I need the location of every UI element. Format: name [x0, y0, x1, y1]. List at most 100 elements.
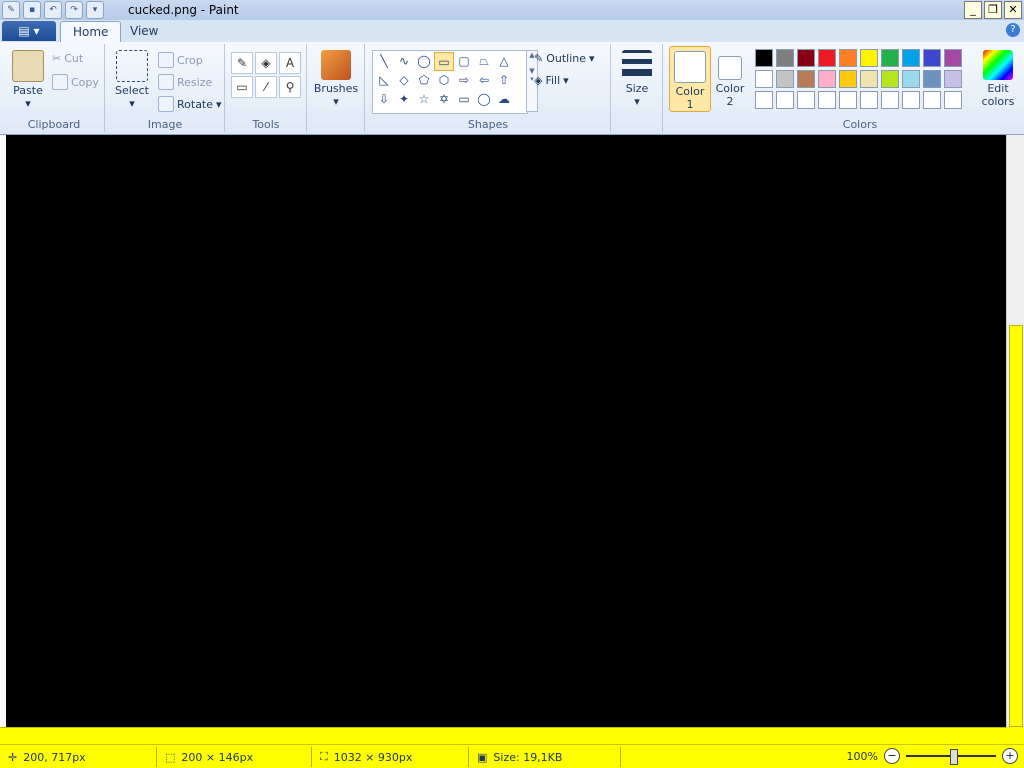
palette-color-28[interactable]: [923, 91, 941, 109]
palette-color-16[interactable]: [881, 70, 899, 88]
brushes-button[interactable]: Brushes ▾: [312, 50, 360, 108]
palette-color-10[interactable]: [755, 70, 773, 88]
palette-color-21[interactable]: [776, 91, 794, 109]
palette-color-14[interactable]: [839, 70, 857, 88]
fill-button[interactable]: ◈ Fill ▾: [534, 74, 569, 87]
palette-color-8[interactable]: [923, 49, 941, 67]
color-select-group: Color 1 Color 2: [664, 44, 750, 132]
color2-swatch: [718, 56, 742, 80]
customize-qat-icon[interactable]: ▾: [86, 1, 104, 19]
palette-color-0[interactable]: [755, 49, 773, 67]
file-size: ▣ Size: 19,1KB: [469, 747, 621, 767]
palette-color-18[interactable]: [923, 70, 941, 88]
cloud-callout-icon[interactable]: ☁: [494, 90, 514, 109]
line-shape-icon[interactable]: ╲: [374, 52, 394, 71]
five-point-star-icon[interactable]: ☆: [414, 90, 434, 109]
text-icon[interactable]: A: [279, 52, 301, 74]
triangle-shape-icon[interactable]: △: [494, 52, 514, 71]
paint-app-icon[interactable]: ✎: [2, 1, 20, 19]
drawing-canvas[interactable]: [6, 135, 1007, 727]
zoom-slider-thumb[interactable]: [950, 749, 958, 765]
title-bar: ✎ ▪ ↶ ↷ ▾ cucked.png - Paint _ ❐ ✕: [0, 0, 1024, 20]
rectangle-shape-icon[interactable]: ▭: [434, 52, 454, 71]
paint-menu-button[interactable]: ▤ ▾: [2, 21, 56, 41]
down-arrow-shape-icon[interactable]: ⇩: [374, 90, 394, 109]
brushes-group: Brushes ▾: [308, 44, 365, 132]
palette-color-13[interactable]: [818, 70, 836, 88]
cut-button[interactable]: ✂ Cut: [52, 52, 83, 65]
rect-callout-icon[interactable]: ▭: [454, 90, 474, 109]
palette-color-7[interactable]: [902, 49, 920, 67]
tab-home[interactable]: Home: [60, 21, 122, 43]
polygon-shape-icon[interactable]: ⏢: [474, 52, 494, 71]
color-picker-icon[interactable]: ⁄: [255, 76, 277, 98]
palette-color-20[interactable]: [755, 91, 773, 109]
left-arrow-shape-icon[interactable]: ⇦: [474, 71, 494, 90]
rotate-button[interactable]: Rotate ▾: [158, 96, 222, 112]
select-button[interactable]: Select ▾: [112, 50, 152, 110]
help-icon[interactable]: ?: [1006, 23, 1020, 37]
close-button[interactable]: ✕: [1004, 1, 1022, 19]
palette-color-3[interactable]: [818, 49, 836, 67]
palette-color-12[interactable]: [797, 70, 815, 88]
palette-color-15[interactable]: [860, 70, 878, 88]
diamond-shape-icon[interactable]: ◇: [394, 71, 414, 90]
paste-button[interactable]: Paste ▾: [8, 50, 48, 110]
vertical-scroll-thumb[interactable]: [1009, 325, 1023, 727]
palette-color-5[interactable]: [860, 49, 878, 67]
hexagon-shape-icon[interactable]: ⬡: [434, 71, 454, 90]
crop-button[interactable]: Crop: [158, 52, 203, 68]
save-icon[interactable]: ▪: [23, 1, 41, 19]
zoom-in-button[interactable]: +: [1002, 748, 1018, 764]
minimize-button[interactable]: _: [964, 1, 982, 19]
palette-color-1[interactable]: [776, 49, 794, 67]
pentagon-shape-icon[interactable]: ⬠: [414, 71, 434, 90]
palette-color-23[interactable]: [818, 91, 836, 109]
palette-color-27[interactable]: [902, 91, 920, 109]
selection-icon: [116, 50, 148, 82]
palette-color-26[interactable]: [881, 91, 899, 109]
vertical-scrollbar[interactable]: [1006, 135, 1024, 727]
zoom-slider[interactable]: [906, 749, 996, 765]
horizontal-scrollbar[interactable]: [0, 727, 1007, 745]
cut-label: Cut: [64, 52, 84, 65]
zoom-out-button[interactable]: −: [884, 748, 900, 764]
palette-color-24[interactable]: [839, 91, 857, 109]
palette-color-4[interactable]: [839, 49, 857, 67]
oval-callout-icon[interactable]: ◯: [474, 90, 494, 109]
color2-button[interactable]: Color 2: [712, 46, 748, 108]
curve-shape-icon[interactable]: ∿: [394, 52, 414, 71]
oval-shape-icon[interactable]: ◯: [414, 52, 434, 71]
rounded-rectangle-shape-icon[interactable]: ▢: [454, 52, 474, 71]
eraser-icon[interactable]: ▭: [231, 76, 253, 98]
selection-size: ⬚ 200 × 146px: [157, 747, 312, 767]
up-arrow-shape-icon[interactable]: ⇧: [494, 71, 514, 90]
palette-color-6[interactable]: [881, 49, 899, 67]
resize-button[interactable]: Resize: [158, 74, 212, 90]
size-button[interactable]: Size ▾: [616, 50, 658, 108]
copy-button[interactable]: Copy: [52, 74, 99, 90]
edit-colors-button[interactable]: Edit colors: [976, 50, 1020, 108]
maximize-button[interactable]: ❐: [984, 1, 1002, 19]
magnifier-icon[interactable]: ⚲: [279, 76, 301, 98]
palette-color-19[interactable]: [944, 70, 962, 88]
tab-view[interactable]: View: [118, 21, 170, 42]
palette-color-22[interactable]: [797, 91, 815, 109]
pencil-icon[interactable]: ✎: [231, 52, 253, 74]
palette-color-17[interactable]: [902, 70, 920, 88]
redo-icon[interactable]: ↷: [65, 1, 83, 19]
palette-color-2[interactable]: [797, 49, 815, 67]
palette-color-29[interactable]: [944, 91, 962, 109]
palette-color-25[interactable]: [860, 91, 878, 109]
palette-color-11[interactable]: [776, 70, 794, 88]
six-point-star-icon[interactable]: ✡: [434, 90, 454, 109]
four-point-star-icon[interactable]: ✦: [394, 90, 414, 109]
undo-icon[interactable]: ↶: [44, 1, 62, 19]
color1-button[interactable]: Color 1: [669, 46, 711, 112]
palette-color-9[interactable]: [944, 49, 962, 67]
right-triangle-shape-icon[interactable]: ◺: [374, 71, 394, 90]
fill-bucket-icon[interactable]: ◈: [255, 52, 277, 74]
outline-button[interactable]: ✎ Outline ▾: [534, 52, 595, 65]
colors-group-label: Colors: [842, 118, 878, 131]
right-arrow-shape-icon[interactable]: ⇨: [454, 71, 474, 90]
